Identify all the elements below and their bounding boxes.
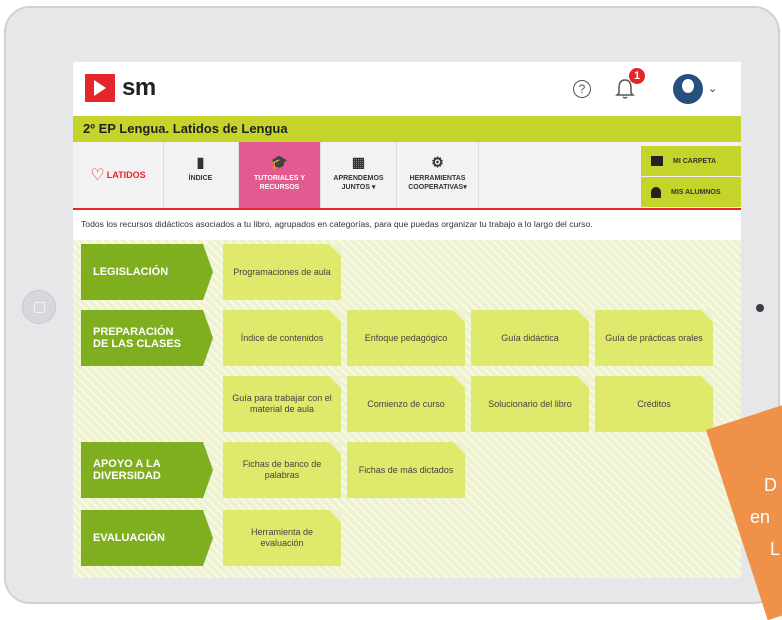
gears-icon: ⚙ [431,154,444,170]
folder-icon [651,156,663,166]
user-icon [651,186,661,198]
tab-aprendemos-juntos[interactable]: ▦ APRENDEMOS JUNTOS ▾ [321,142,397,208]
tab-tutoriales-recursos[interactable]: 🎓 TUTORIALES Y RECURSOS [239,142,321,208]
avatar-head-icon [682,79,694,93]
help-icon[interactable]: ? [573,80,591,98]
resource-card[interactable]: Créditos [595,376,713,432]
tab-label: HERRAMIENTAS COOPERATIVAS▾ [408,175,467,191]
home-button[interactable] [22,290,56,324]
category-legislacion[interactable]: LEGISLACIÓN [81,244,213,300]
page-description: Todos los recursos didácticos asociados … [81,219,593,229]
tab-label: TUTORIALES Y RECURSOS [253,175,306,191]
camera-dot [756,304,764,312]
latidos-logo[interactable]: ♡ LATIDOS [73,142,164,208]
mis-alumnos-label: MIS ALUMNOS [671,188,721,196]
home-square-icon [33,301,45,313]
category-evaluacion[interactable]: EVALUACIÓN [81,510,213,566]
promo-line: en [750,507,771,527]
sm-logo[interactable]: sm [85,74,156,102]
resource-card[interactable]: Comienzo de curso [347,376,465,432]
resource-card[interactable]: Enfoque pedagógico [347,310,465,366]
book-icon: ▮ [196,154,205,170]
course-title: 2º EP Lengua. Latidos de Lengua [83,121,288,136]
mi-carpeta-label: MI CARPETA [673,157,717,165]
mi-carpeta-button[interactable]: MI CARPETA [641,146,741,176]
chevron-down-icon[interactable]: ⌄ [708,82,717,95]
resource-card[interactable]: Solucionario del libro [471,376,589,432]
resource-card[interactable]: Herramienta de evaluación [223,510,341,566]
promo-line: L [770,539,781,559]
resource-card[interactable]: Guía de prácticas orales [595,310,713,366]
resource-card[interactable]: Programaciones de aula [223,244,341,300]
graduation-cap-icon: 🎓 [270,154,289,170]
user-avatar[interactable] [673,74,703,104]
puzzle-icon: ▦ [351,154,366,170]
app-screen: sm ? 1 ⌄ 2º EP Lengua. Latidos de Lengua… [73,62,741,578]
resource-card[interactable]: Guía didáctica [471,310,589,366]
promo-line: D [764,475,777,495]
nav-bar: ♡ LATIDOS ▮ ÍNDICE 🎓 TUTORIALES Y RECURS… [73,142,741,210]
category-preparacion-clases[interactable]: PREPARACIÓN DE LAS CLASES [81,310,213,366]
resource-card[interactable]: Índice de contenidos [223,310,341,366]
tab-label: APRENDEMOS JUNTOS ▾ [333,175,384,191]
heart-icon: ♡ [90,167,105,184]
tab-label: ÍNDICE [188,175,213,182]
resource-card[interactable]: Fichas de banco de palabras [223,442,341,498]
logo-text: sm [122,74,156,101]
promo-text: D en L [740,468,780,564]
top-bar: sm ? 1 ⌄ [73,62,741,116]
resource-card[interactable]: Fichas de más dictados [347,442,465,498]
mis-alumnos-button[interactable]: MIS ALUMNOS [641,177,741,207]
resource-card[interactable]: Guía para trabajar con el material de au… [223,376,341,432]
category-apoyo-diversidad[interactable]: APOYO A LA DIVERSIDAD [81,442,213,498]
tab-herramientas-cooperativas[interactable]: ⚙ HERRAMIENTAS COOPERATIVAS▾ [397,142,479,208]
tab-indice[interactable]: ▮ ÍNDICE [163,142,239,208]
play-logo-icon [85,74,115,102]
resources-grid: LEGISLACIÓN Programaciones de aula PREPA… [73,240,741,578]
latidos-logo-label: LATIDOS [106,170,146,180]
notification-badge: 1 [629,68,645,84]
course-title-bar: 2º EP Lengua. Latidos de Lengua [73,116,741,142]
